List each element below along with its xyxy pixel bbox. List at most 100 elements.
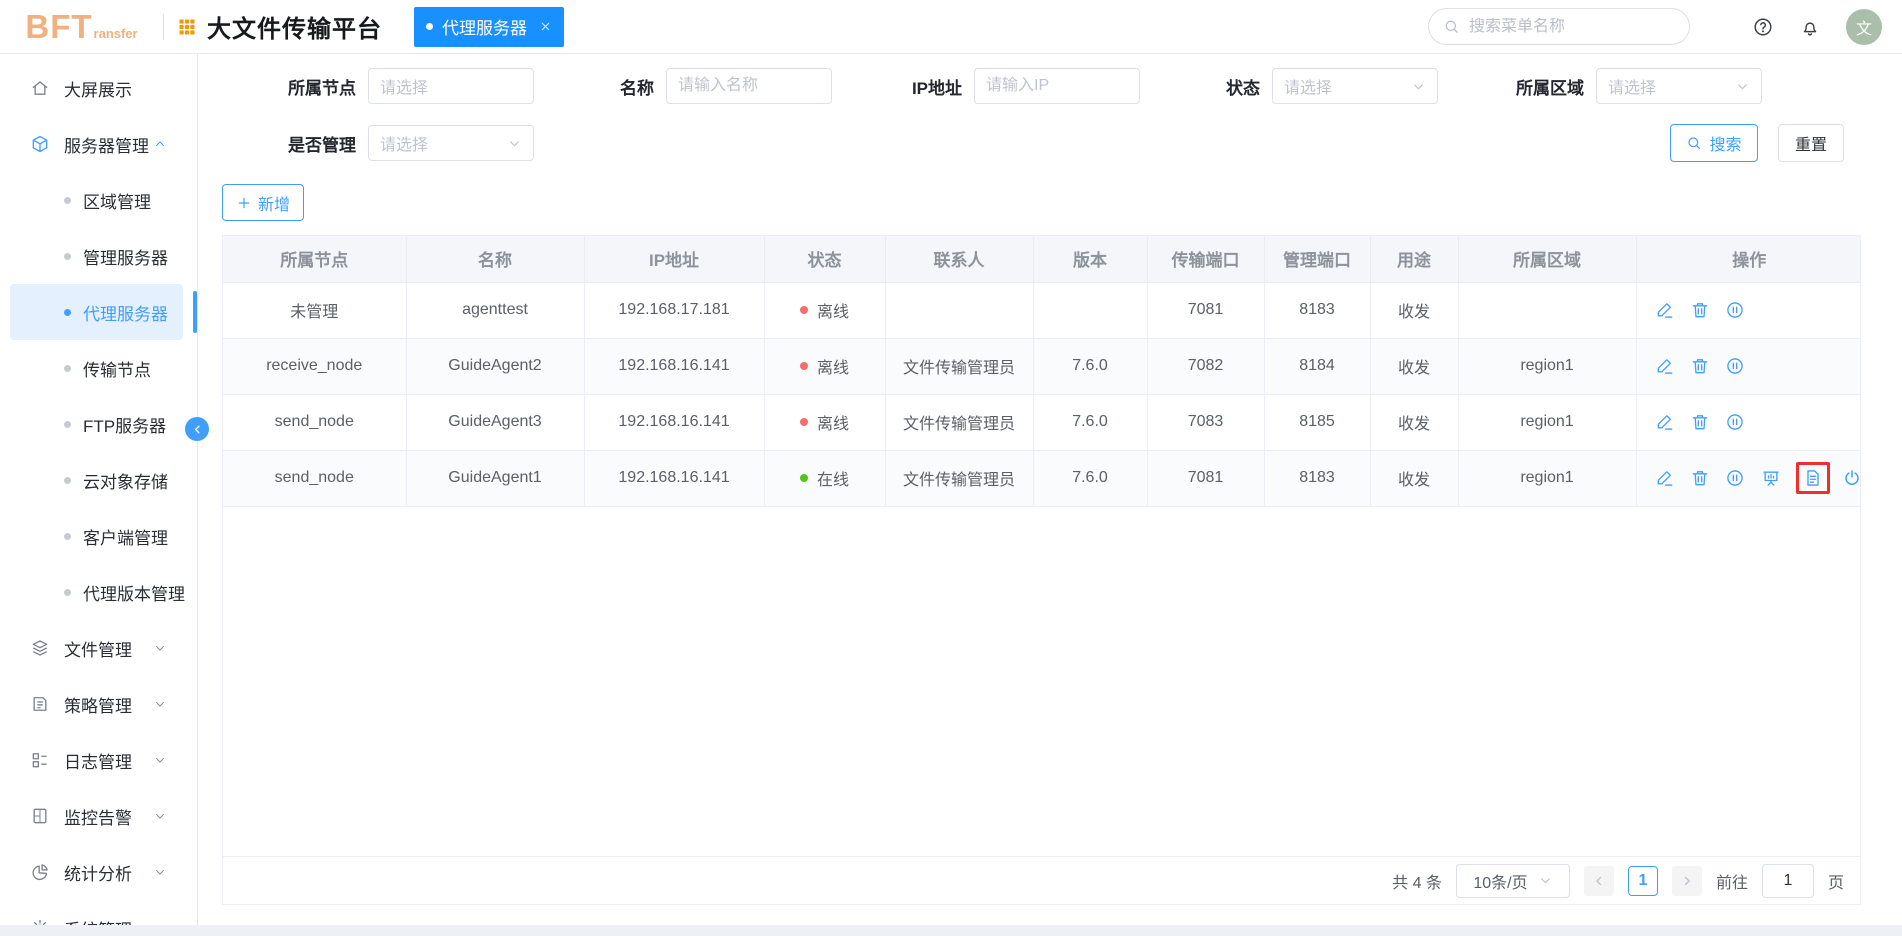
sidebar-item-manage-server[interactable]: 管理服务器 <box>10 228 183 284</box>
edit-icon[interactable] <box>1655 468 1675 488</box>
sidebar-collapse-button[interactable] <box>185 417 209 441</box>
logo-text: BFT <box>25 8 93 45</box>
pause-icon[interactable] <box>1725 412 1745 432</box>
cell-transfer-port: 7081 <box>1147 450 1265 507</box>
col-header-manage-port: 管理端口 <box>1264 236 1371 283</box>
sidebar-item-file-management[interactable]: 文件管理 <box>10 620 183 676</box>
delete-icon[interactable] <box>1690 300 1710 320</box>
sidebar-item-ftp-server[interactable]: FTP服务器 <box>10 396 183 452</box>
sidebar: 大屏展示 服务器管理 区域管理 管理服务器 代理服务器 传输节点 FTP服务器 … <box>0 54 209 925</box>
cell-manage-port: 8183 <box>1264 450 1371 507</box>
bullet-icon <box>64 532 71 540</box>
status-dot-offline <box>799 418 808 426</box>
col-header-name: 名称 <box>406 236 585 283</box>
page-unit-label: 页 <box>1827 874 1844 892</box>
filter-name: 名称 <box>594 68 832 104</box>
chevron-down-icon <box>507 136 522 151</box>
cell-status: 离线 <box>764 282 886 339</box>
bullet-icon <box>64 364 71 372</box>
help-icon[interactable] <box>1752 16 1774 38</box>
pause-icon[interactable] <box>1725 468 1745 488</box>
col-header-status: 状态 <box>764 236 886 283</box>
chevron-down-icon <box>153 697 167 711</box>
search-button[interactable]: 搜索 <box>1670 124 1758 162</box>
cube-icon <box>30 134 50 154</box>
sidebar-item-proxy-server[interactable]: 代理服务器 <box>10 284 197 340</box>
chevron-down-icon <box>153 753 167 767</box>
cell-usage: 收发 <box>1370 338 1459 395</box>
next-page-button[interactable] <box>1671 865 1702 896</box>
document-icon[interactable] <box>1803 468 1823 488</box>
sidebar-item-client-management[interactable]: 客户端管理 <box>10 508 183 564</box>
power-icon[interactable] <box>1842 468 1861 488</box>
edit-icon[interactable] <box>1655 412 1675 432</box>
monitor-icon[interactable] <box>1761 468 1781 488</box>
goto-page-input[interactable] <box>1761 863 1814 898</box>
col-header-actions: 操作 <box>1636 236 1860 283</box>
cell-region: region1 <box>1458 338 1637 395</box>
current-page-button[interactable]: 1 <box>1627 865 1658 896</box>
sidebar-item-cloud-storage[interactable]: 云对象存储 <box>10 452 183 508</box>
cell-actions <box>1636 450 1861 507</box>
prev-page-button[interactable] <box>1583 865 1614 896</box>
cell-actions <box>1636 394 1860 451</box>
edit-icon[interactable] <box>1655 300 1675 320</box>
sidebar-item-system-management[interactable]: 系统管理 <box>10 900 183 925</box>
sidebar-item-policy-management[interactable]: 策略管理 <box>10 676 183 732</box>
home-icon <box>30 78 50 98</box>
search-icon <box>1686 135 1702 151</box>
avatar[interactable]: 文 <box>1846 8 1882 45</box>
col-header-ip: IP地址 <box>584 236 765 283</box>
sidebar-item-transfer-node[interactable]: 传输节点 <box>10 340 183 396</box>
chevron-down-icon <box>1411 79 1426 94</box>
pause-icon[interactable] <box>1725 300 1745 320</box>
menu-search-input[interactable] <box>1469 17 1675 36</box>
chevron-left-icon <box>191 423 204 436</box>
cell-name: GuideAgent3 <box>406 394 585 451</box>
sidebar-item-proxy-version[interactable]: 代理版本管理 <box>10 564 185 620</box>
server-table-container: 所属节点 名称 IP地址 状态 联系人 版本 传输端口 管理端口 用途 所属区域… <box>222 235 1861 905</box>
delete-icon[interactable] <box>1690 468 1710 488</box>
table-header-row: 所属节点 名称 IP地址 状态 联系人 版本 传输端口 管理端口 用途 所属区域… <box>223 236 1860 283</box>
delete-icon[interactable] <box>1690 412 1710 432</box>
cell-manage-port: 8183 <box>1264 282 1371 339</box>
node-select[interactable]: 请选择 <box>368 68 534 104</box>
sidebar-item-big-screen[interactable]: 大屏展示 <box>10 60 183 116</box>
sidebar-menu: 大屏展示 服务器管理 区域管理 管理服务器 代理服务器 传输节点 FTP服务器 … <box>0 54 197 925</box>
monitor-panel-icon <box>30 806 50 826</box>
status-select[interactable]: 请选择 <box>1272 68 1438 104</box>
cell-contact: 文件传输管理员 <box>885 394 1034 451</box>
bullet-icon <box>64 588 71 596</box>
page-size-select[interactable]: 10条/页 <box>1455 863 1570 898</box>
sidebar-item-log-management[interactable]: 日志管理 <box>10 732 183 788</box>
tab-label: 代理服务器 <box>442 19 527 38</box>
sidebar-item-statistics[interactable]: 统计分析 <box>10 844 183 900</box>
name-input[interactable] <box>666 68 832 104</box>
tab-proxy-server[interactable]: 代理服务器 <box>414 6 564 47</box>
managed-select[interactable]: 请选择 <box>368 125 534 161</box>
pagination-bar: 共 4 条 10条/页 1 前往 页 <box>223 856 1860 904</box>
bell-icon[interactable] <box>1799 16 1821 38</box>
cell-transfer-port: 7082 <box>1147 338 1265 395</box>
edit-icon[interactable] <box>1655 356 1675 376</box>
filter-actions: 搜索 重置 <box>1670 124 1844 162</box>
add-button[interactable]: 新增 <box>222 184 304 221</box>
delete-icon[interactable] <box>1690 356 1710 376</box>
close-icon[interactable] <box>539 20 552 33</box>
cell-node: 未管理 <box>223 282 407 339</box>
sidebar-item-region-management[interactable]: 区域管理 <box>10 172 183 228</box>
chevron-down-icon <box>153 641 167 655</box>
region-select[interactable]: 请选择 <box>1596 68 1762 104</box>
menu-search-box[interactable] <box>1428 8 1690 45</box>
cell-usage: 收发 <box>1370 450 1459 507</box>
pause-icon[interactable] <box>1725 356 1745 376</box>
ip-input[interactable] <box>974 68 1140 104</box>
reset-button[interactable]: 重置 <box>1778 124 1844 162</box>
status-dot-offline <box>799 362 808 370</box>
sidebar-item-monitor-alert[interactable]: 监控告警 <box>10 788 183 844</box>
grid-icon <box>177 17 197 37</box>
highlight-box <box>1796 462 1831 494</box>
chevron-down-icon <box>153 865 167 879</box>
sidebar-item-server-management[interactable]: 服务器管理 <box>10 116 183 172</box>
policy-icon <box>30 694 50 714</box>
